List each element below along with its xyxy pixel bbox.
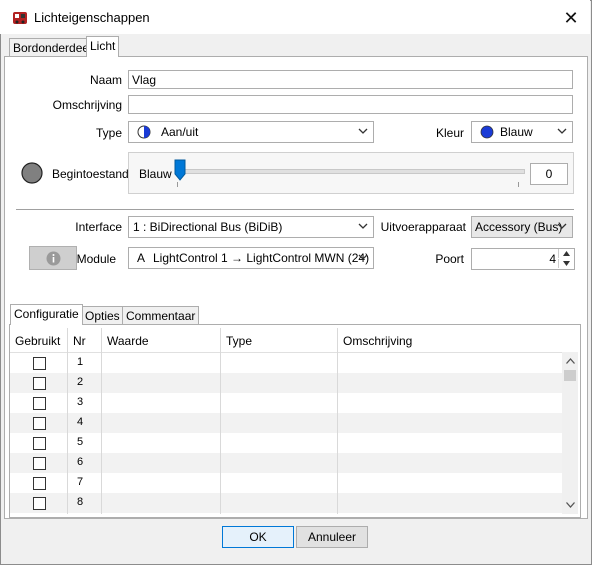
row-nr: 6 (76, 456, 84, 468)
col-divider (337, 328, 338, 514)
spin-up-button[interactable] (558, 249, 574, 258)
scroll-down-icon[interactable] (566, 502, 575, 508)
slider-value[interactable]: 0 (530, 163, 568, 185)
caret-up-icon (563, 251, 570, 256)
uitvoer-label: Uitvoerapparaat (380, 220, 466, 234)
tab-licht[interactable]: Licht (86, 36, 120, 57)
uitvoer-value: Accessory (Bus) (475, 220, 563, 234)
module-label: Module (76, 252, 116, 266)
slider-label: Blauw (139, 167, 172, 181)
omschrijving-input[interactable] (128, 95, 573, 114)
poort-value: 4 (549, 252, 556, 266)
col-divider (220, 328, 221, 514)
info-icon (46, 251, 61, 266)
slider-group: Blauw 0 (128, 152, 574, 194)
gebruikt-checkbox[interactable] (33, 417, 46, 430)
scroll-up-icon[interactable] (566, 358, 575, 364)
col-divider (67, 328, 68, 514)
vertical-scrollbar[interactable] (562, 352, 578, 514)
table-row[interactable]: 2 (10, 373, 562, 393)
slider-tick-start (177, 182, 178, 187)
chevron-down-icon (358, 223, 368, 229)
naam-label: Naam (89, 73, 122, 87)
app-icon (13, 12, 27, 24)
slider-thumb[interactable] (174, 159, 186, 181)
state-indicator-icon (21, 162, 43, 184)
col-nr[interactable]: Nr (73, 334, 86, 348)
window-title: Lichteigenschappen (34, 10, 150, 25)
col-gebruikt[interactable]: Gebruikt (15, 334, 60, 348)
table-row[interactable]: 1 (10, 353, 562, 373)
kleur-label: Kleur (435, 126, 464, 140)
tab-bordonderdeel[interactable]: Bordonderdeel (9, 38, 96, 57)
color-dot-icon (480, 125, 494, 139)
table-header: Gebruikt Nr Waarde Type Omschrijving (10, 328, 562, 353)
slider-tick-end (518, 182, 519, 187)
row-nr: 3 (76, 396, 84, 408)
tab-configuratie[interactable]: Configuratie (10, 304, 83, 325)
interface-select[interactable]: 1 : BiDirectional Bus (BiDiB) (128, 216, 374, 238)
col-waarde[interactable]: Waarde (107, 334, 149, 348)
module-prefix: A (137, 251, 146, 265)
interface-label: Interface (75, 220, 122, 234)
close-icon[interactable]: ✕ (560, 7, 582, 29)
tab-opties[interactable]: Opties (81, 306, 124, 325)
row-nr: 2 (76, 376, 84, 388)
scroll-thumb[interactable] (564, 370, 576, 381)
gebruikt-checkbox[interactable] (33, 477, 46, 490)
poort-label: Poort (435, 252, 464, 266)
separator (16, 209, 574, 210)
table-row[interactable]: 7 (10, 473, 562, 493)
row-nr: 4 (76, 416, 84, 428)
gebruikt-checkbox[interactable] (33, 397, 46, 410)
type-select[interactable]: Aan/uit (128, 121, 374, 143)
naam-input[interactable]: Vlag (128, 70, 573, 89)
spin-down-button[interactable] (558, 259, 574, 268)
omschrijving-label: Omschrijving (52, 98, 122, 112)
module-value: LightControl 1 → LightControl MWN (24) (153, 251, 370, 265)
gebruikt-checkbox[interactable] (33, 377, 46, 390)
chevron-down-icon (358, 254, 368, 260)
begintoestand-label: Begintoestand (52, 167, 129, 181)
gebruikt-checkbox[interactable] (33, 497, 46, 510)
half-circle-icon (137, 125, 151, 139)
gebruikt-checkbox[interactable] (33, 457, 46, 470)
cancel-button[interactable]: Annuleer (296, 526, 368, 548)
chevron-down-icon (358, 128, 368, 134)
type-label: Type (95, 126, 122, 140)
chevron-down-icon (557, 223, 567, 229)
col-type[interactable]: Type (226, 334, 252, 348)
gebruikt-checkbox[interactable] (33, 357, 46, 370)
table-row[interactable]: 6 (10, 453, 562, 473)
table-row[interactable]: 3 (10, 393, 562, 413)
module-select[interactable]: A LightControl 1 → LightControl MWN (24) (128, 247, 374, 269)
interface-value: 1 : BiDirectional Bus (BiDiB) (133, 220, 283, 234)
poort-spinner[interactable]: 4 (471, 248, 575, 270)
table-row[interactable]: 8 (10, 493, 562, 513)
tab-commentaar[interactable]: Commentaar (122, 306, 200, 325)
kleur-value: Blauw (500, 125, 533, 139)
title-bar: Lichteigenschappen ✕ (0, 0, 590, 34)
row-nr: 1 (76, 356, 84, 368)
table-body: 1 2 3 4 5 6 7 8 (10, 353, 562, 514)
kleur-select[interactable]: Blauw (471, 121, 573, 143)
row-nr: 7 (76, 476, 84, 488)
col-omschrijving[interactable]: Omschrijving (343, 334, 412, 348)
col-divider (101, 328, 102, 514)
chevron-down-icon (557, 128, 567, 134)
caret-down-icon (563, 261, 570, 266)
slider-track[interactable] (177, 169, 525, 174)
table-row[interactable]: 5 (10, 433, 562, 453)
config-table: Gebruikt Nr Waarde Type Omschrijving 1 2 3… (10, 328, 562, 514)
table-row[interactable]: 4 (10, 413, 562, 433)
row-nr: 8 (76, 496, 84, 508)
type-value: Aan/uit (161, 125, 199, 139)
gebruikt-checkbox[interactable] (33, 437, 46, 450)
ok-button[interactable]: OK (222, 526, 294, 548)
row-nr: 5 (76, 436, 84, 448)
uitvoer-select[interactable]: Accessory (Bus) (471, 216, 573, 238)
